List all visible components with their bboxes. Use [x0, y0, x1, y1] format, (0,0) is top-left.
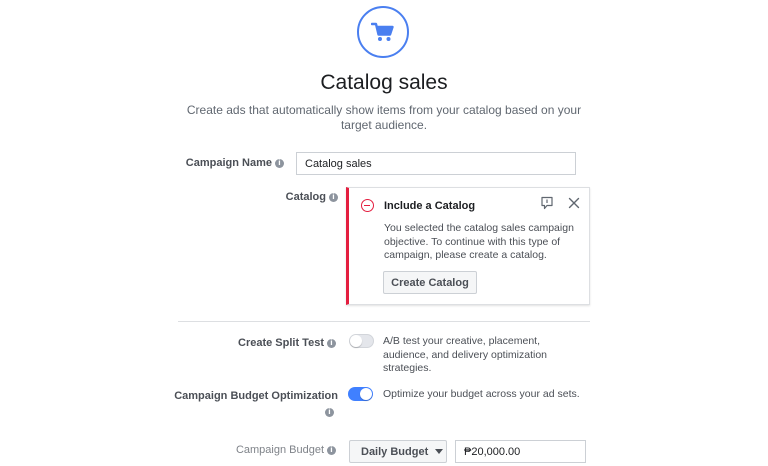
campaign-budget-label: Campaign Budget i — [236, 444, 336, 456]
caret-down-icon — [435, 449, 444, 454]
info-icon[interactable]: i — [329, 193, 338, 202]
alert-title: Include a Catalog — [384, 200, 476, 212]
info-icon[interactable]: i — [275, 159, 284, 168]
page-description: Create ads that automatically show items… — [186, 103, 582, 132]
budget-type-dropdown[interactable]: Daily Budget — [349, 440, 447, 463]
error-icon — [361, 199, 374, 212]
create-catalog-button[interactable]: Create Catalog — [383, 271, 477, 294]
budget-optimization-label: Campaign Budget Optimization — [174, 390, 338, 402]
budget-amount-input[interactable] — [455, 440, 586, 463]
shopping-cart-icon — [371, 22, 394, 41]
info-icon[interactable]: i — [325, 408, 334, 417]
campaign-name-input[interactable] — [296, 152, 576, 175]
close-icon[interactable] — [567, 196, 581, 210]
catalog-label: Catalog i — [286, 191, 338, 203]
toggle-knob — [350, 335, 362, 347]
toggle-knob — [360, 388, 372, 400]
budget-optimization-toggle[interactable] — [348, 387, 373, 401]
feedback-flag-icon[interactable] — [540, 196, 554, 210]
create-split-test-label: Create Split Test i — [238, 337, 336, 349]
split-test-toggle[interactable] — [349, 334, 374, 348]
catalog-sales-objective-icon — [357, 6, 409, 58]
campaign-name-label: Campaign Name i — [186, 157, 284, 169]
budget-optimization-helper-text: Optimize your budget across your ad sets… — [383, 388, 580, 400]
info-icon[interactable]: i — [327, 339, 336, 348]
split-test-helper-text: A/B test your creative, placement, audie… — [383, 335, 548, 374]
section-divider — [178, 321, 590, 322]
alert-message: You selected the catalog sales campaign … — [384, 222, 574, 261]
page-title: Catalog sales — [320, 71, 448, 94]
info-icon[interactable]: i — [327, 446, 336, 455]
